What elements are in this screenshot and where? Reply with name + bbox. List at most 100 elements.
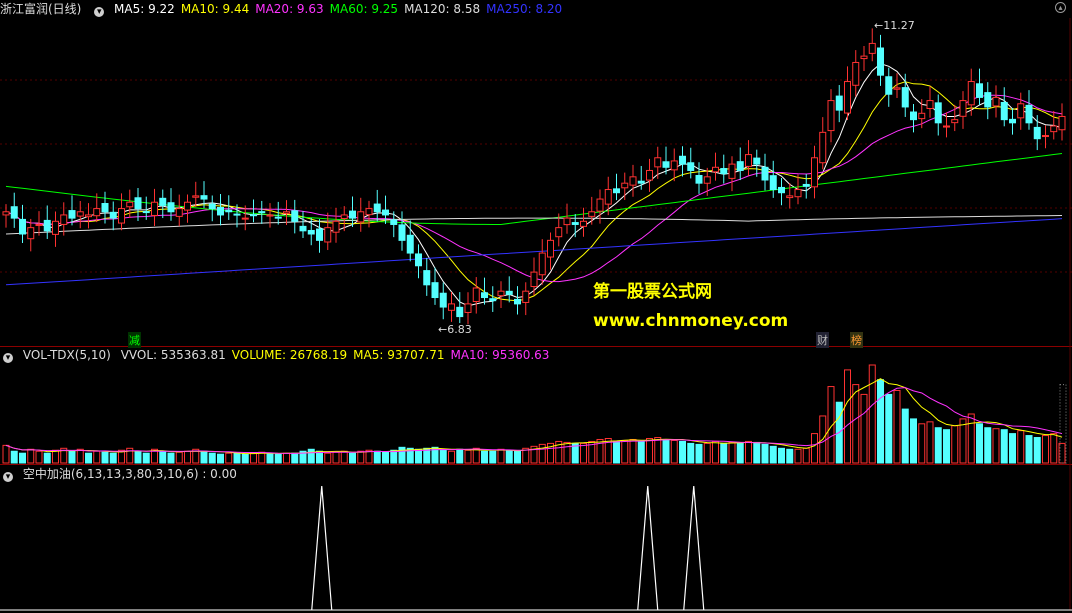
candle-up [324,227,332,243]
ma60-line [5,153,1063,225]
volume-bar-up [712,440,719,464]
bang-marker[interactable]: 榜 [850,332,863,348]
volume-bar-up [951,425,959,464]
volume-bar-up [448,450,455,464]
candle-down [423,270,431,286]
volume-bar-up [728,441,736,464]
candle-up [786,195,794,199]
volume-bar-down [167,452,175,464]
watermark-title: 第一股票公式网 [593,282,712,302]
high-label: 11.27 [883,19,915,32]
volume-bar-down [19,452,26,464]
candle-up [943,125,950,128]
low-label: 6.83 [447,323,472,336]
volume-bar-up [1050,433,1058,464]
volume-bar-down [877,379,884,464]
candle-down [217,206,224,216]
volume-bar-down [109,452,117,464]
volume-bar-down [68,450,76,464]
candle-down [250,214,257,217]
candle-up [1042,135,1049,138]
volume-bar-up [646,438,653,464]
volume-bar-down [1033,437,1041,464]
ma20-line [5,94,1063,283]
volume-bar-up [225,452,233,464]
cai-marker[interactable]: 财 [816,332,829,348]
candle-up [472,287,480,302]
volume-bar-down [217,453,224,464]
high-marker: ←11.27 [874,19,915,32]
volume-bar-down [679,440,686,464]
volume-bar-up [175,451,183,464]
candle-down [101,203,109,213]
candle-up [794,189,802,198]
candle-down [720,168,728,175]
candle-up [951,119,959,124]
candle-up [35,223,43,226]
volume-bar-up [250,452,257,464]
volume-bar-down [885,393,893,464]
volume-bar-down [200,450,208,464]
candle-up [27,227,35,240]
candle-up [728,163,736,179]
volume-bar-down [241,453,249,464]
candle-down [505,290,513,295]
volume-bar-down [662,438,670,464]
candle-down [10,206,18,219]
volume-bar-down [976,423,983,464]
jian-marker[interactable]: 减 [128,332,141,348]
volume-bar-down [934,427,942,464]
indicator-spike [637,485,659,611]
candle-down [687,162,695,171]
volume-bar-down [984,427,992,464]
volume-bar-up [580,442,587,464]
volume-bar-up [2,444,10,464]
candle-down [431,282,439,299]
candle-up [712,166,719,173]
volume-bar-up [1017,430,1025,464]
volume-bar-down [695,443,703,464]
volume-bar-down [1025,435,1033,464]
volume-bar-down [10,450,18,464]
candle-up [151,201,158,216]
volume-bar-down [505,449,513,464]
volume-bar-up [357,450,365,464]
volume-bar-up [340,450,348,464]
volume-bar-down [514,450,521,464]
candle-down [439,292,447,308]
volume-bar-down [266,452,274,464]
volume-bar-down [349,452,356,464]
volume-bar-up [35,450,43,464]
candle-up [992,96,1000,107]
volume-bar-up [844,369,851,464]
volume-bar-up [283,452,290,464]
candle-up [547,239,554,258]
candle-down [134,197,142,210]
volume-bar-up [654,437,662,464]
volume-bar-up [992,428,1000,464]
candle-up [85,214,92,218]
volume-bar-up [93,450,101,464]
candle-up [580,220,587,227]
volume-bar-down [769,445,777,464]
candle-down [456,306,464,318]
candle-down [200,195,208,200]
candle-down [316,228,323,241]
window-icon[interactable]: ▴ [1055,2,1066,13]
volume-bar-up [967,413,975,464]
candle-up [1017,103,1025,119]
candle-down [390,219,398,225]
candle-down [406,234,414,254]
indicator-spike [311,485,333,611]
candle-up [522,290,530,303]
candle-up [448,303,455,311]
volume-bar-up [745,440,752,464]
candle-down [753,157,761,165]
chart-canvas[interactable] [0,0,1072,613]
volume-bar-up [27,448,35,464]
volume-bar-down [233,452,241,464]
candle-down [984,92,992,108]
candle-up [918,112,926,120]
candle-down [910,111,917,121]
candle-down [761,166,769,181]
